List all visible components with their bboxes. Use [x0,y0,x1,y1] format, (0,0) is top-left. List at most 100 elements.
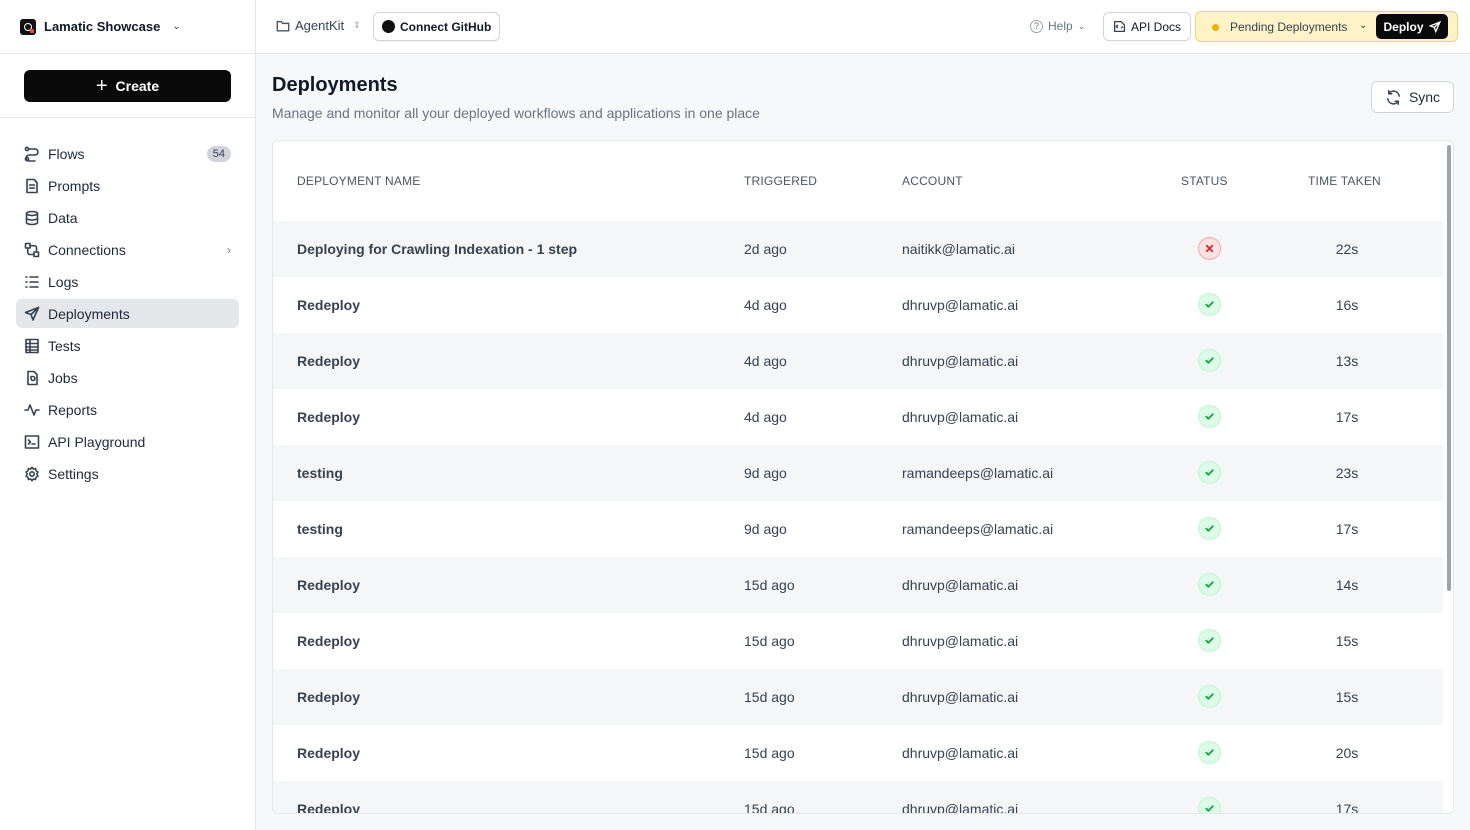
page-subtitle: Manage and monitor all your deployed wor… [272,105,760,121]
table-row[interactable]: testing 9d ago ramandeeps@lamatic.ai 17s [273,501,1443,557]
jobs-icon [24,370,40,386]
help-menu[interactable]: ? Help ⌄ [1030,19,1085,33]
column-header[interactable]: TIME TAKEN [1308,174,1381,188]
check-icon [1198,293,1221,316]
sidebar-item-label: Logs [48,273,79,290]
sidebar-item-label: Deployments [48,305,130,322]
scrollbar[interactable] [1447,145,1451,591]
time-taken: 23s [1335,465,1359,481]
check-icon [1198,685,1221,708]
column-header[interactable]: STATUS [1181,174,1228,188]
page-title: Deployments [272,74,398,96]
pending-deployments-label: Pending Deployments [1230,20,1348,34]
sidebar-item-jobs[interactable]: Jobs [16,363,239,392]
triggered-time: 9d ago [744,465,787,481]
lamatic-logo-icon [20,18,36,35]
flows-icon [24,146,40,162]
account-email: dhruvp@lamatic.ai [902,353,1019,369]
check-icon [1198,797,1221,813]
table-row[interactable]: Redeploy 15d ago dhruvp@lamatic.ai 15s [273,613,1443,669]
table-row[interactable]: Redeploy 4d ago dhruvp@lamatic.ai 17s [273,389,1443,445]
table-row[interactable]: Redeploy 15d ago dhruvp@lamatic.ai 17s [273,781,1443,814]
connect-github-button[interactable]: Connect GitHub [373,12,501,41]
account-email: ramandeeps@lamatic.ai [902,521,1054,537]
triggered-time: 15d ago [744,633,795,649]
sidebar-item-prompts[interactable]: Prompts [16,171,239,200]
sidebar-item-deployments[interactable]: Deployments [16,299,239,328]
sidebar-item-data[interactable]: Data [16,203,239,232]
deployments-table: DEPLOYMENT NAME TRIGGERED ACCOUNT STATUS… [272,140,1454,814]
triggered-time: 4d ago [744,353,787,369]
help-circle-icon: ? [1030,19,1043,33]
time-taken: 15s [1335,633,1359,649]
table-row[interactable]: Redeploy 15d ago dhruvp@lamatic.ai 20s [273,725,1443,781]
sync-button[interactable]: Sync [1371,81,1454,113]
time-taken: 17s [1335,521,1359,537]
sidebar-nav: Flows 54 Prompts Data Connections › Logs… [0,118,255,488]
account-email: dhruvp@lamatic.ai [902,409,1019,425]
sidebar-item-api-playground[interactable]: API Playground [16,427,239,456]
table-icon [24,338,40,354]
sidebar-item-flows[interactable]: Flows 54 [16,139,239,168]
deployment-name: testing [297,521,343,537]
deploy-button[interactable]: Deploy [1376,14,1448,39]
triggered-time: 2d ago [744,241,787,257]
chevron-right-icon: › [227,242,231,257]
triggered-time: 15d ago [744,689,795,705]
create-section: + Create [0,54,255,118]
time-taken: 20s [1335,745,1359,761]
deployment-name: Redeploy [297,409,361,425]
send-icon [24,306,40,322]
sidebar-item-label: Connections [48,241,126,258]
sidebar-item-connections[interactable]: Connections › [16,235,239,264]
sidebar-item-tests[interactable]: Tests [16,331,239,360]
sidebar-item-label: Reports [48,401,98,418]
triggered-time: 15d ago [744,801,795,814]
sidebar-item-label: Settings [48,465,99,482]
account-email: dhruvp@lamatic.ai [902,297,1019,313]
time-taken: 17s [1335,409,1359,425]
account-email: dhruvp@lamatic.ai [902,689,1019,705]
sidebar-item-settings[interactable]: Settings [16,459,239,488]
create-button[interactable]: + Create [24,70,231,102]
sidebar-item-logs[interactable]: Logs [16,267,239,296]
api-docs-label: API Docs [1131,19,1182,34]
sidebar-item-reports[interactable]: Reports [16,395,239,424]
table-row[interactable]: Redeploy 4d ago dhruvp@lamatic.ai 16s [273,277,1443,333]
chevron-down-icon: ⌄ [1359,20,1368,31]
sidebar-item-label: Flows [48,145,85,162]
account-email: dhruvp@lamatic.ai [902,745,1019,761]
table-body: Deploying for Crawling Indexation - 1 st… [273,221,1443,814]
table-row[interactable]: Redeploy 15d ago dhruvp@lamatic.ai 15s [273,669,1443,725]
triggered-time: 9d ago [744,521,787,537]
table-row[interactable]: testing 9d ago ramandeeps@lamatic.ai 23s [273,445,1443,501]
sidebar-item-label: Prompts [48,177,101,194]
project-switcher[interactable]: AgentKit ⇕ [276,18,361,33]
column-header[interactable]: TRIGGERED [744,174,817,188]
time-taken: 14s [1335,577,1359,593]
table-row[interactable]: Deploying for Crawling Indexation - 1 st… [273,221,1443,277]
account-email: dhruvp@lamatic.ai [902,633,1019,649]
table-header: DEPLOYMENT NAME TRIGGERED ACCOUNT STATUS… [273,141,1443,221]
table-row[interactable]: Redeploy 15d ago dhruvp@lamatic.ai 14s [273,557,1443,613]
column-header[interactable]: ACCOUNT [902,174,963,188]
api-docs-button[interactable]: API Docs [1103,12,1192,41]
gear-icon [24,465,40,482]
deployment-name: Deploying for Crawling Indexation - 1 st… [297,241,578,257]
workspace-switcher[interactable]: Lamatic Showcase ⌄ [0,0,255,54]
plus-icon: + [95,75,108,97]
pending-deployments-dropdown[interactable]: Pending Deployments ⌄ Deploy [1195,11,1458,42]
check-icon [1198,349,1221,372]
column-header[interactable]: DEPLOYMENT NAME [297,174,420,188]
pending-status-dot [1212,24,1219,31]
check-icon [1198,405,1221,428]
triggered-time: 4d ago [744,409,787,425]
sidebar-item-label: Jobs [48,369,78,386]
connections-icon [24,242,40,258]
help-label: Help [1048,19,1073,33]
deployment-name: Redeploy [297,745,361,761]
updown-chevron-icon: ⇕ [353,20,361,30]
triggered-time: 4d ago [744,297,787,313]
table-row[interactable]: Redeploy 4d ago dhruvp@lamatic.ai 13s [273,333,1443,389]
send-icon [1428,20,1441,33]
